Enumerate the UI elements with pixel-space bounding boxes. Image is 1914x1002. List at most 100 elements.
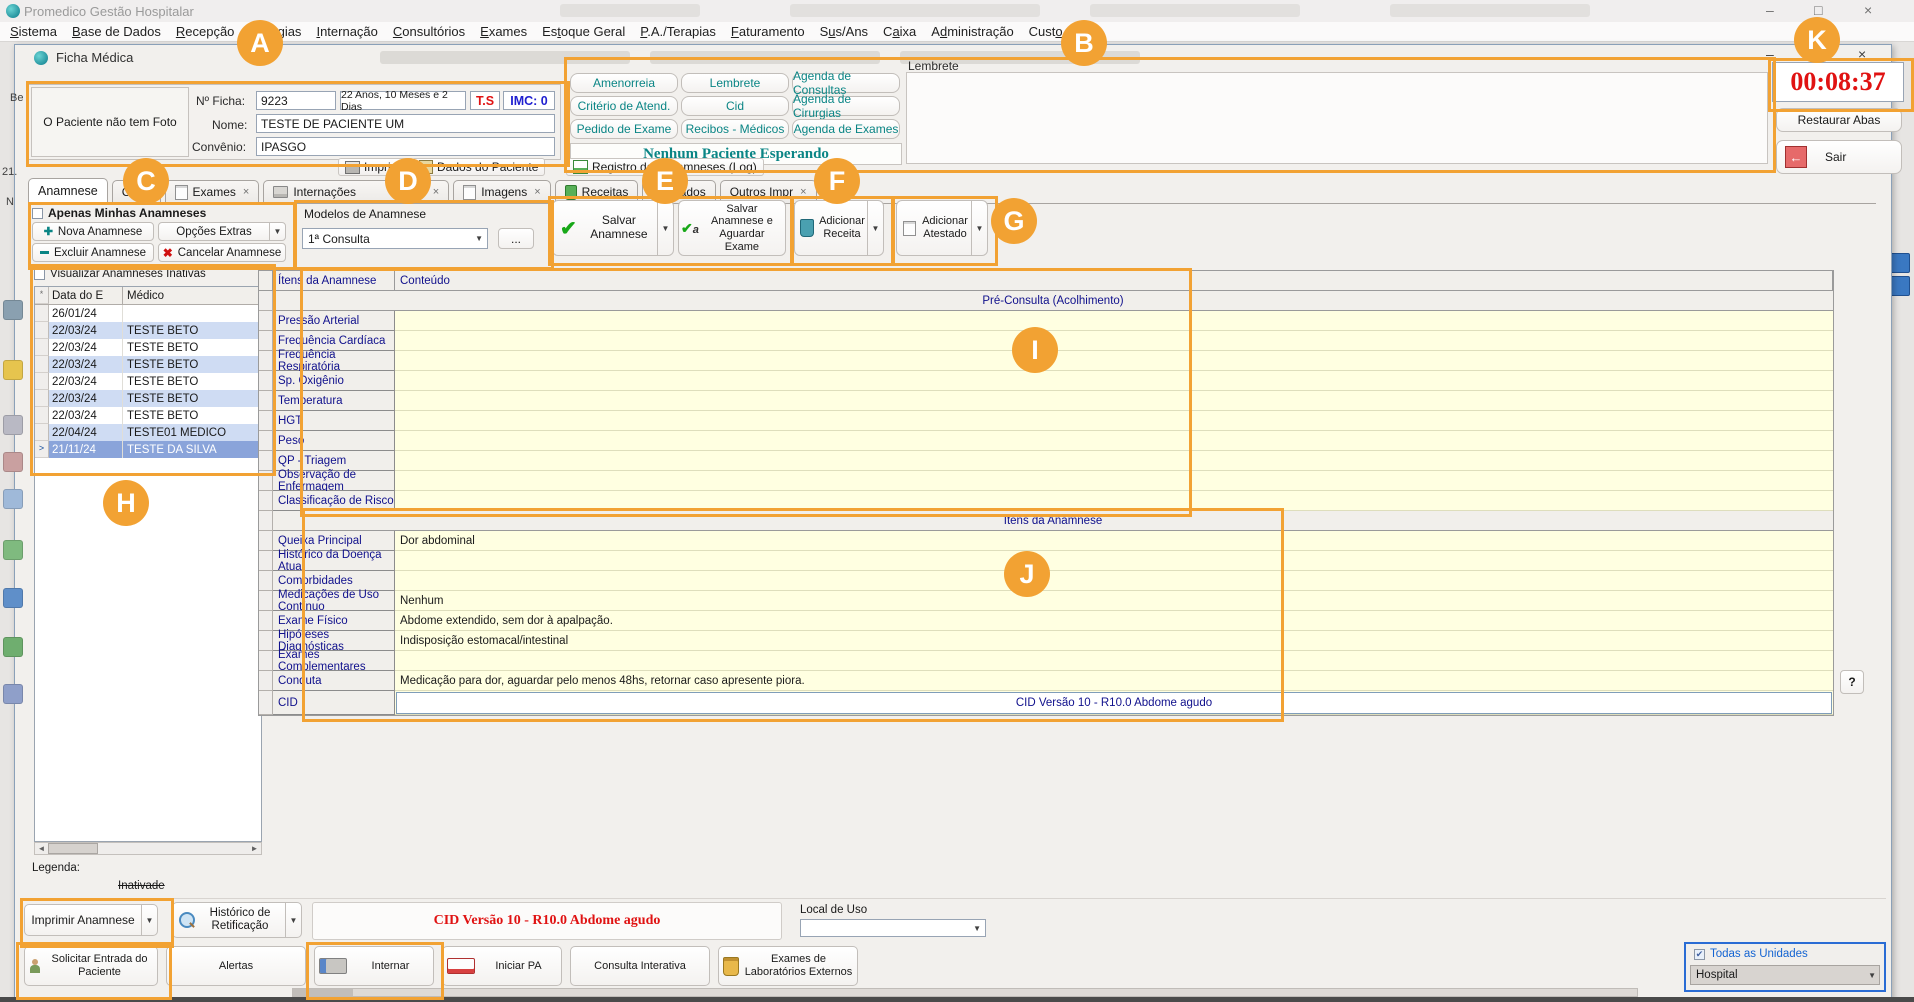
grid-row-exames-complementares[interactable]: Exames Complementares (259, 651, 1833, 671)
grid-item-content[interactable] (395, 491, 1833, 511)
sidebar-app-icon[interactable] (3, 489, 23, 509)
menu-item-interna-o[interactable]: Internação (316, 24, 377, 39)
quick-button-cid[interactable]: Cid (681, 96, 789, 116)
tab-close-icon[interactable]: × (433, 186, 439, 198)
grid-item-content[interactable] (395, 431, 1833, 451)
grid-row-medica-es-de-uso-cont-nuo[interactable]: Medicações de Uso ContínuoNenhum (259, 591, 1833, 611)
grid-header-itens[interactable]: Ítens da Anamnese (273, 271, 395, 291)
menu-item-recep-o[interactable]: Recepção (176, 24, 235, 39)
tab-close-icon[interactable]: × (800, 186, 806, 198)
grid-item-content[interactable] (395, 371, 1833, 391)
cancelar-anamnese-button[interactable]: ✖Cancelar Anamnese (158, 243, 286, 262)
window-close-button[interactable]: × (1858, 46, 1866, 62)
help-button[interactable]: ? (1840, 670, 1864, 694)
menu-item-administra-o[interactable]: Administração (931, 24, 1013, 39)
menu-item-estoque-geral[interactable]: Estoque Geral (542, 24, 625, 39)
menu-item-sus-ans[interactable]: Sus/Ans (820, 24, 868, 39)
grid-item-content[interactable] (395, 651, 1833, 671)
quick-button-agenda-de-cirurgias[interactable]: Agenda de Cirurgias (792, 96, 900, 116)
quick-button-amenorreia[interactable]: Amenorreia (570, 73, 678, 93)
grid-item-content[interactable] (395, 411, 1833, 431)
grid-item-content[interactable] (395, 571, 1833, 591)
menu-item-exames[interactable]: Exames (480, 24, 527, 39)
grid-row-hgt[interactable]: HGT (259, 411, 1833, 431)
background-scroll-button[interactable] (1890, 276, 1910, 296)
anamnese-list-header[interactable]: * Data do E Médico (35, 287, 261, 305)
menu-item-faturamento[interactable]: Faturamento (731, 24, 805, 39)
grid-header-conteudo[interactable]: Conteúdo (395, 271, 1833, 291)
scrollbar-thumb[interactable] (293, 989, 353, 996)
app-maximize-button[interactable]: □ (1814, 2, 1822, 18)
bottom-button-exames-de-laborat-rios-externos[interactable]: Exames de Laboratórios Externos (718, 946, 858, 986)
only-mine-checkbox[interactable]: Apenas Minhas Anamneses (32, 206, 206, 220)
adicionar-atestado-button[interactable]: Adicionar Atestado ▼ (896, 200, 988, 256)
opcoes-extras-button[interactable]: Opções Extras▼ (158, 222, 286, 241)
bottom-button-iniciar-pa[interactable]: Iniciar PA (442, 946, 562, 986)
anamnese-list[interactable]: * Data do E Médico 26/01/2422/03/24TESTE… (34, 286, 262, 842)
anamnese-list-row[interactable]: 22/03/24TESTE BETO (35, 322, 261, 339)
window-horizontal-scrollbar[interactable] (292, 988, 1638, 997)
anamnese-list-row[interactable]: 22/03/24TESTE BETO (35, 356, 261, 373)
grid-item-content[interactable]: Indisposição estomacal/intestinal (395, 631, 1833, 651)
background-scroll-button[interactable] (1890, 253, 1910, 273)
salvar-aguardar-exame-button[interactable]: ✔a Salvar Anamnese e Aguardar Exame (678, 200, 786, 256)
anamnese-list-row[interactable]: 22/03/24TESTE BETO (35, 339, 261, 356)
grid-row-hip-teses-diagn-sticas[interactable]: Hipóteses DiagnósticasIndisposição estom… (259, 631, 1833, 651)
grid-row-qp-triagem[interactable]: QP - Triagem (259, 451, 1833, 471)
salvar-anamnese-button[interactable]: ✔ Salvar Anamnese ▼ (552, 200, 674, 256)
tab-imagens[interactable]: Imagens× (453, 180, 550, 203)
grid-item-content[interactable] (395, 311, 1833, 331)
bottom-button-alertas[interactable]: Alertas (166, 946, 306, 986)
excluir-anamnese-button[interactable]: Excluir Anamnese (32, 243, 154, 262)
grid-row-cid[interactable]: CIDCID Versão 10 - R10.0 Abdome agudo (259, 691, 1833, 715)
imprimir-anamnese-button[interactable]: Imprimir Anamnese ▼ (24, 904, 158, 936)
lembrete-box[interactable] (906, 72, 1768, 164)
historico-retificacao-button[interactable]: Histórico deRetificação ▼ (172, 902, 302, 938)
bottom-button-internar[interactable]: Internar (314, 946, 434, 986)
bottom-button-consulta-interativa[interactable]: Consulta Interativa (570, 946, 710, 986)
dados-paciente-button[interactable]: Dados do Paciente (412, 158, 545, 176)
chevron-down-icon[interactable]: ▼ (657, 201, 673, 255)
imc-badge[interactable]: IMC: 0 (503, 91, 555, 110)
grid-item-content[interactable]: Abdome extendido, sem dor à apalpação. (395, 611, 1833, 631)
grid-row-queixa-principal[interactable]: Queixa PrincipalDor abdominal (259, 531, 1833, 551)
tab-close-icon[interactable]: × (534, 186, 540, 198)
quick-button-lembrete[interactable]: Lembrete (681, 73, 789, 93)
scroll-right-icon[interactable]: ► (248, 844, 261, 853)
menu-item-caixa[interactable]: Caixa (883, 24, 916, 39)
app-minimize-button[interactable]: – (1766, 2, 1774, 18)
quick-button-crit-rio-de-atend-[interactable]: Critério de Atend. (570, 96, 678, 116)
grid-item-content[interactable]: Nenhum (395, 591, 1833, 611)
adicionar-receita-button[interactable]: Adicionar Receita ▼ (794, 200, 884, 256)
todas-unidades-checkbox[interactable]: ✔ Todas as Unidades (1694, 948, 1884, 960)
menu-item-base-de-dados[interactable]: Base de Dados (72, 24, 161, 39)
sidebar-app-icon[interactable] (3, 415, 23, 435)
grid-row-peso[interactable]: Peso (259, 431, 1833, 451)
grid-row-sp-oxig-nio[interactable]: Sp. Oxigênio (259, 371, 1833, 391)
menu-item-custo[interactable]: Custo (1029, 24, 1063, 39)
menu-item-sistema[interactable]: Sistema (10, 24, 57, 39)
grid-row-temperatura[interactable]: Temperatura (259, 391, 1833, 411)
sidebar-app-icon[interactable] (3, 684, 23, 704)
app-close-button[interactable]: × (1864, 2, 1872, 18)
quick-button-agenda-de-consultas[interactable]: Agenda de Consultas (792, 73, 900, 93)
modelo-combobox[interactable]: 1ª Consulta▼ (302, 228, 488, 249)
tab-exames[interactable]: Exames× (165, 180, 260, 203)
chevron-down-icon[interactable]: ▼ (141, 905, 157, 935)
grid-item-content[interactable] (395, 351, 1833, 371)
sidebar-app-icon[interactable] (3, 452, 23, 472)
sidebar-app-icon[interactable] (3, 637, 23, 657)
menu-item-p-a-terapias[interactable]: P.A./Terapias (640, 24, 716, 39)
local-de-uso-combobox[interactable]: ▼ (800, 919, 986, 937)
tab-anamnese[interactable]: Anamnese (28, 178, 108, 203)
grid-item-content[interactable]: Medicação para dor, aguardar pelo menos … (395, 671, 1833, 691)
list-horizontal-scrollbar[interactable]: ◄ ► (34, 842, 262, 855)
sidebar-app-icon[interactable] (3, 300, 23, 320)
grid-row-observa-o-de-enfermagem[interactable]: Observação de Enfermagem (259, 471, 1833, 491)
anamnese-list-row[interactable]: 26/01/24 (35, 305, 261, 322)
grid-row-classifica-o-de-risco[interactable]: Classificação de Risco (259, 491, 1833, 511)
anamnese-list-row[interactable]: 22/03/24TESTE BETO (35, 373, 261, 390)
quick-button-pedido-de-exame[interactable]: Pedido de Exame (570, 119, 678, 139)
grid-row-press-o-arterial[interactable]: Pressão Arterial (259, 311, 1833, 331)
grid-item-content[interactable] (395, 451, 1833, 471)
